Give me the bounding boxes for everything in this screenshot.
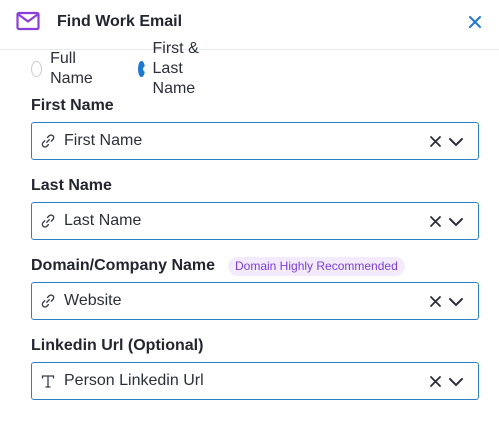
link-icon bbox=[41, 134, 55, 148]
last-name-label: Last Name bbox=[31, 177, 112, 194]
domain-label: Domain/Company Name bbox=[31, 257, 216, 274]
last-name-value: Last Name bbox=[64, 212, 142, 229]
mail-icon bbox=[16, 11, 40, 31]
radio-unchecked-icon[interactable] bbox=[31, 61, 43, 77]
linkedin-url-field[interactable]: Person Linkedin Url bbox=[31, 362, 479, 400]
chevron-down-icon[interactable] bbox=[448, 295, 464, 309]
radio-label: First & Last Name bbox=[152, 40, 199, 97]
chevron-down-icon[interactable] bbox=[448, 215, 464, 229]
chevron-down-icon[interactable] bbox=[448, 375, 464, 389]
linkedin-label: Linkedin Url (Optional) bbox=[31, 337, 204, 354]
panel-header: Find Work Email bbox=[0, 0, 499, 50]
clear-icon[interactable] bbox=[429, 375, 442, 388]
recommended-badge: Domain Highly Recommended bbox=[228, 257, 405, 276]
chevron-down-icon[interactable] bbox=[448, 135, 464, 149]
clear-icon[interactable] bbox=[429, 135, 442, 148]
close-icon[interactable] bbox=[466, 13, 484, 31]
link-icon bbox=[41, 294, 55, 308]
clear-icon[interactable] bbox=[429, 295, 442, 308]
link-icon bbox=[41, 214, 55, 228]
radio-label: Full Name bbox=[50, 50, 93, 87]
text-icon bbox=[41, 375, 55, 388]
radio-first-last-name[interactable]: First & Last Name bbox=[138, 40, 205, 97]
domain-value: Website bbox=[64, 292, 122, 309]
radio-checked-icon[interactable] bbox=[138, 61, 149, 77]
panel-title: Find Work Email bbox=[57, 13, 183, 30]
first-name-label: First Name bbox=[31, 97, 114, 114]
radio-full-name[interactable]: Full Name bbox=[31, 50, 98, 87]
first-name-value: First Name bbox=[64, 132, 143, 149]
last-name-field[interactable]: Last Name bbox=[31, 202, 479, 240]
first-name-field[interactable]: First Name bbox=[31, 122, 479, 160]
clear-icon[interactable] bbox=[429, 215, 442, 228]
linkedin-url-value: Person Linkedin Url bbox=[64, 372, 204, 389]
domain-field[interactable]: Website bbox=[31, 282, 479, 320]
